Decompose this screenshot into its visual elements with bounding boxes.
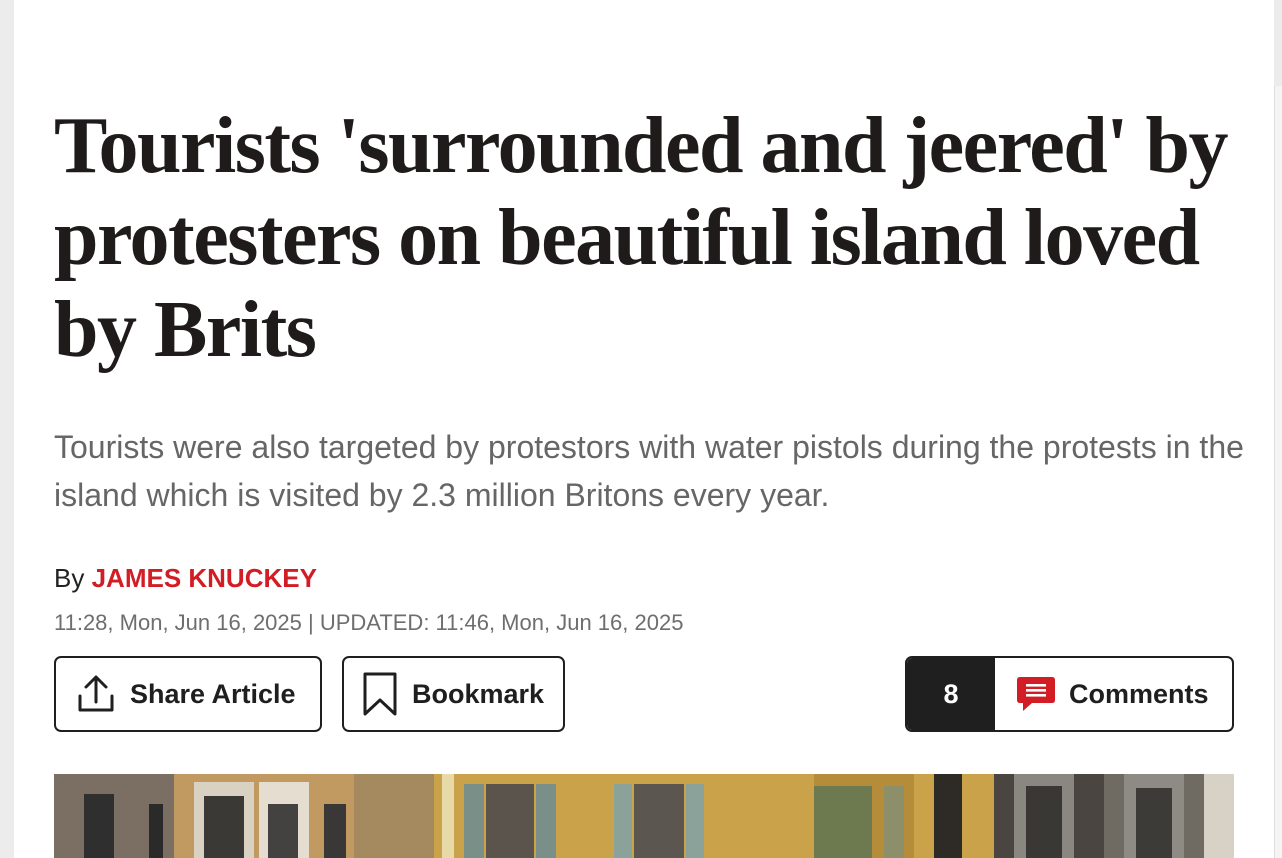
comment-bubble-icon (1015, 675, 1057, 713)
share-article-label: Share Article (130, 678, 296, 709)
article-page: Tourists 'surrounded and jeered' by prot… (14, 0, 1274, 858)
comments-button[interactable]: 8 Comments (905, 656, 1234, 732)
bookmark-icon (362, 671, 398, 717)
comments-label: Comments (1069, 678, 1209, 709)
bookmark-label: Bookmark (412, 678, 545, 709)
byline: By JAMES KNUCKEY (54, 562, 317, 594)
share-upload-icon (74, 672, 118, 716)
byline-prefix: By (54, 563, 85, 593)
author-link[interactable]: JAMES KNUCKEY (92, 563, 317, 593)
share-article-button[interactable]: Share Article (54, 656, 322, 732)
page-edge-rule (1274, 86, 1282, 858)
article-standfirst: Tourists were also targeted by protestor… (54, 429, 1244, 513)
article-dateline: 11:28, Mon, Jun 16, 2025 | UPDATED: 11:4… (54, 610, 684, 635)
comments-count: 8 (907, 658, 995, 730)
article-headline: Tourists 'surrounded and jeered' by prot… (54, 102, 1228, 374)
bookmark-button[interactable]: Bookmark (342, 656, 565, 732)
hero-image (54, 774, 1234, 858)
